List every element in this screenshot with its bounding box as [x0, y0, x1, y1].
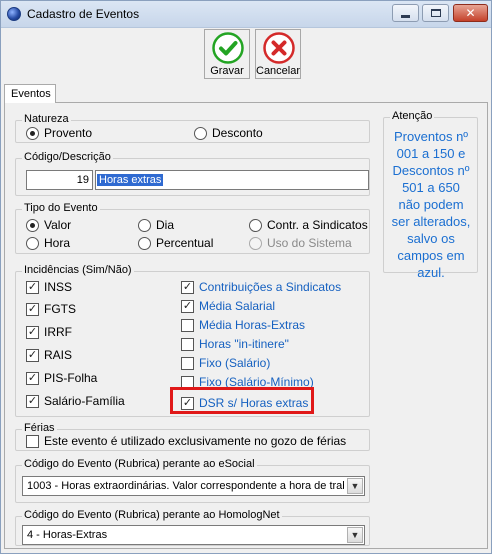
descricao-value: Horas extras [97, 174, 164, 186]
check-ferias-label: Este evento é utilizado exclusivamente n… [44, 434, 347, 448]
check-pis-folha[interactable]: ✓ [26, 372, 39, 385]
codigo-descricao-legend: Código/Descrição [22, 151, 113, 163]
app-icon[interactable] [7, 7, 21, 21]
descricao-input[interactable]: Horas extras [95, 170, 369, 190]
check-fixo-salario[interactable] [181, 357, 194, 370]
radio-desconto[interactable] [194, 127, 207, 140]
homolognet-group: Código do Evento (Rubrica) perante ao Ho… [15, 509, 370, 546]
radio-uso-sistema-label: Uso do Sistema [267, 236, 352, 250]
check-pis-folha-label: PIS-Folha [44, 371, 98, 385]
tipo-evento-legend: Tipo do Evento [22, 202, 100, 214]
radio-contr-sindicatos[interactable] [249, 219, 262, 232]
cancel-button[interactable]: Cancelar [255, 29, 301, 79]
radio-provento[interactable] [26, 127, 39, 140]
atencao-group: Atenção Proventos nº 001 a 150 e Descont… [383, 110, 478, 280]
check-media-horas-extras[interactable] [181, 319, 194, 332]
check-rais[interactable]: ✓ [26, 349, 39, 362]
check-inss[interactable]: ✓ [26, 281, 39, 294]
check-salario-familia[interactable]: ✓ [26, 395, 39, 408]
radio-contr-sindicatos-label: Contr. a Sindicatos [267, 218, 368, 232]
radio-dia-label: Dia [156, 218, 175, 232]
check-inss-label: INSS [44, 280, 73, 294]
radio-dia[interactable] [138, 219, 151, 232]
minimize-icon [401, 14, 410, 18]
codigo-descricao-group: Código/Descrição 19 Horas extras [15, 151, 370, 196]
radio-desconto-label: Desconto [212, 126, 263, 140]
check-rais-label: RAIS [44, 348, 73, 362]
esocial-select-value: 1003 - Horas extraordinárias. Valor corr… [27, 480, 344, 492]
radio-valor-label: Valor [44, 218, 72, 232]
tipo-evento-group: Tipo do Evento Valor Dia Contr. a Sindic… [15, 202, 370, 254]
maximize-button[interactable] [422, 4, 449, 22]
radio-provento-label: Provento [44, 126, 93, 140]
window: Cadastro de Eventos ✕ Gravar Cancelar Ev… [0, 0, 492, 554]
ferias-legend: Férias [22, 422, 57, 434]
check-fgts[interactable]: ✓ [26, 303, 39, 316]
check-media-salarial[interactable]: ✓ [181, 300, 194, 313]
chevron-down-icon[interactable]: ▼ [347, 478, 363, 494]
window-title: Cadastro de Eventos [27, 7, 140, 21]
radio-valor[interactable] [26, 219, 39, 232]
check-fgts-label: FGTS [44, 302, 76, 316]
check-fixo-salario-label: Fixo (Salário) [199, 356, 271, 370]
esocial-select[interactable]: 1003 - Horas extraordinárias. Valor corr… [22, 476, 365, 496]
homolognet-select-value: 4 - Horas-Extras [27, 529, 108, 541]
check-horas-in-itinere-label: Horas "in-itinere" [199, 337, 289, 351]
close-icon: ✕ [465, 6, 476, 20]
save-button[interactable]: Gravar [204, 29, 250, 79]
ferias-group: Férias Este evento é utilizado exclusiva… [15, 422, 370, 451]
esocial-group: Código do Evento (Rubrica) perante ao eS… [15, 458, 370, 503]
radio-hora[interactable] [26, 237, 39, 250]
radio-percentual-label: Percentual [156, 236, 214, 250]
natureza-group: Natureza Provento Desconto [15, 113, 370, 143]
checkmark-icon [212, 32, 244, 64]
radio-percentual[interactable] [138, 237, 151, 250]
homolognet-legend: Código do Evento (Rubrica) perante ao Ho… [22, 509, 282, 521]
minimize-button[interactable] [392, 4, 419, 22]
check-media-salarial-label: Média Salarial [199, 299, 276, 313]
tab-eventos[interactable]: Eventos [4, 84, 56, 103]
check-contribuicoes-sindicatos[interactable]: ✓ [181, 281, 194, 294]
check-irrf[interactable]: ✓ [26, 326, 39, 339]
chevron-down-icon[interactable]: ▼ [347, 527, 363, 543]
check-salario-familia-label: Salário-Família [44, 394, 125, 408]
check-contribuicoes-sindicatos-label: Contribuições a Sindicatos [199, 280, 342, 294]
homolognet-select[interactable]: 4 - Horas-Extras ▼ [22, 525, 365, 545]
check-media-horas-extras-label: Média Horas-Extras [199, 318, 306, 332]
atencao-legend: Atenção [390, 110, 435, 122]
check-horas-in-itinere[interactable] [181, 338, 194, 351]
check-ferias[interactable] [26, 435, 39, 448]
highlight-box [170, 387, 314, 414]
cancel-x-icon [263, 32, 295, 64]
natureza-legend: Natureza [22, 113, 71, 125]
tab-panel-eventos: Natureza Provento Desconto Código/Descri… [4, 102, 488, 549]
radio-uso-sistema[interactable] [249, 237, 262, 250]
close-button[interactable]: ✕ [453, 4, 488, 22]
radio-hora-label: Hora [44, 236, 71, 250]
atencao-text: Proventos nº 001 a 150 e Descontos nº 50… [391, 129, 471, 280]
cancel-label: Cancelar [256, 65, 301, 77]
save-label: Gravar [210, 65, 244, 77]
codigo-input[interactable]: 19 [26, 170, 93, 190]
title-bar[interactable]: Cadastro de Eventos ✕ [1, 1, 491, 28]
esocial-legend: Código do Evento (Rubrica) perante ao eS… [22, 458, 257, 470]
maximize-icon [430, 9, 441, 17]
incidencias-legend: Incidências (Sim/Não) [22, 264, 134, 276]
check-irrf-label: IRRF [44, 325, 72, 339]
